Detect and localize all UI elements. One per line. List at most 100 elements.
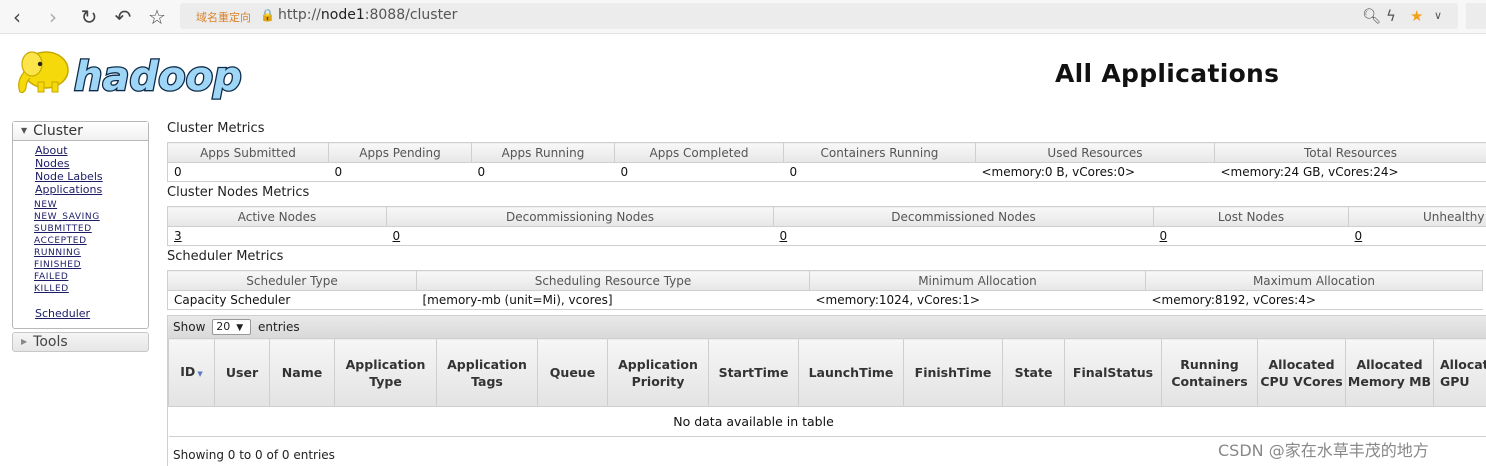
table-row: 3 0 0 0 0 [167, 226, 1486, 246]
table-header[interactable]: Used Resources [975, 142, 1215, 163]
column-header-launchtime[interactable]: LaunchTime [798, 338, 904, 407]
url-text[interactable]: http://node1:8088/cluster [278, 7, 457, 23]
column-header-application-type[interactable]: Application Type [334, 338, 437, 407]
table-header[interactable]: Apps Submitted [167, 142, 329, 163]
table-header[interactable]: Maximum Allocation [1145, 270, 1483, 291]
column-header-running-containers[interactable]: Running Containers [1161, 338, 1258, 407]
table-cell: 0 [167, 162, 329, 182]
table-cell: <memory:8192, vCores:4> [1145, 290, 1483, 310]
column-header-user[interactable]: User [214, 338, 270, 407]
cluster-metrics-table: Apps Submitted Apps Pending Apps Running… [167, 142, 1486, 182]
zoom-icon[interactable]: 🔍︎ [1362, 7, 1381, 25]
page-size-select[interactable]: 20 ▼ [212, 319, 252, 335]
sidebar-state-submitted[interactable]: SUBMITTED [34, 223, 148, 235]
column-header-application-tags[interactable]: Application Tags [436, 338, 538, 407]
decommissioned-nodes-link[interactable]: 0 [780, 229, 788, 243]
table-row: Capacity Scheduler [memory-mb (unit=Mi),… [167, 290, 1483, 310]
column-header-state[interactable]: State [1002, 338, 1065, 407]
table-cell: 0 [1348, 226, 1486, 246]
column-header-finishtime[interactable]: FinishTime [903, 338, 1003, 407]
address-bar[interactable]: 域名重定向 🔒 http://node1:8088/cluster 🔍︎ ϟ ★… [180, 3, 1458, 29]
sidebar-link-applications[interactable]: Applications [35, 183, 148, 196]
table-header[interactable]: Scheduling Resource Type [416, 270, 810, 291]
entries-label: entries [258, 320, 300, 334]
table-cell: [memory-mb (unit=Mi), vcores] [416, 290, 810, 310]
sidebar-state-accepted[interactable]: ACCEPTED [34, 235, 148, 247]
chevron-left-icon[interactable]: ‹ [4, 4, 30, 30]
sidebar-state-new[interactable]: NEW [34, 199, 148, 211]
table-cell: 3 [167, 226, 387, 246]
table-cell: <memory:24 GB, vCores:24> [1214, 162, 1486, 182]
table-cell: 0 [783, 162, 976, 182]
lost-nodes-link[interactable]: 0 [1160, 229, 1168, 243]
sidebar-link-scheduler[interactable]: Scheduler [35, 307, 90, 320]
column-header-id[interactable]: ID ▼ [168, 338, 215, 407]
show-label: Show [173, 320, 206, 334]
table-header[interactable]: Apps Running [471, 142, 615, 163]
sidebar-state-running[interactable]: RUNNING [34, 247, 148, 259]
table-cell: 0 [1153, 226, 1349, 246]
sidebar-cluster-header[interactable]: ▼ Cluster [13, 122, 148, 141]
table-header[interactable]: Minimum Allocation [809, 270, 1146, 291]
sidebar-tools-header[interactable]: ▶ Tools [12, 332, 149, 352]
column-header-allocated-memory[interactable]: Allocated Memory MB [1345, 338, 1434, 407]
table-cell: 0 [773, 226, 1154, 246]
sidebar-link-about[interactable]: About [35, 144, 148, 157]
sidebar-state-killed[interactable]: KILLED [34, 283, 148, 295]
table-header[interactable]: Total Resources [1214, 142, 1486, 163]
reload-icon[interactable]: ↻ [76, 4, 102, 30]
triangle-right-icon: ▶ [21, 337, 28, 346]
node-metrics-table: Active Nodes Decommissioning Nodes Decom… [167, 206, 1486, 246]
table-header[interactable]: Containers Running [783, 142, 976, 163]
unhealthy-nodes-link[interactable]: 0 [1355, 229, 1363, 243]
sidebar-state-finished[interactable]: FINISHED [34, 259, 148, 271]
table-cell: 0 [614, 162, 784, 182]
table-cell: 0 [471, 162, 615, 182]
column-header-allocated-cpu[interactable]: Allocated CPU VCores [1257, 338, 1346, 407]
sidebar-state-new-saving[interactable]: NEW_SAVING [34, 211, 148, 223]
sidebar-state-failed[interactable]: FAILED [34, 271, 148, 283]
chevron-right-icon[interactable]: › [40, 4, 66, 30]
cluster-metrics-label: Cluster Metrics [167, 121, 265, 136]
chevron-down-icon[interactable]: ∨ [1434, 9, 1442, 22]
watermark: CSDN @家在水草丰茂的地方 [1218, 441, 1429, 460]
column-header-allocated-gpu[interactable]: Allocated GPU [1433, 338, 1486, 407]
table-header[interactable]: Apps Completed [614, 142, 784, 163]
elephant-icon [18, 51, 69, 94]
redirect-tag: 域名重定向 [196, 11, 251, 24]
table-header[interactable]: Unhealthy [1348, 206, 1486, 227]
star-outline-icon[interactable]: ☆ [144, 4, 170, 30]
column-header-name[interactable]: Name [269, 338, 335, 407]
table-header[interactable]: Active Nodes [167, 206, 387, 227]
undo-icon[interactable]: ↶ [110, 4, 136, 30]
table-header[interactable]: Apps Pending [328, 142, 472, 163]
star-filled-icon[interactable]: ★ [1410, 7, 1423, 25]
column-header-finalstatus[interactable]: FinalStatus [1064, 338, 1162, 407]
column-header-starttime[interactable]: StartTime [708, 338, 799, 407]
table-header[interactable]: Decommissioning Nodes [386, 206, 774, 227]
table-header[interactable]: Scheduler Type [167, 270, 417, 291]
table-row: No data available in table [168, 406, 1486, 437]
column-header-queue[interactable]: Queue [537, 338, 608, 407]
scheduler-metrics-label: Scheduler Metrics [167, 249, 284, 264]
browser-toolbar: ‹ › ↻ ↶ ☆ 域名重定向 🔒 http://node1:8088/clus… [0, 0, 1486, 34]
decommissioning-nodes-link[interactable]: 0 [393, 229, 401, 243]
empty-table-message: No data available in table [168, 406, 1486, 437]
scheduler-metrics-table: Scheduler Type Scheduling Resource Type … [167, 270, 1483, 310]
chevron-down-icon: ▼ [236, 323, 244, 333]
bolt-icon[interactable]: ϟ [1386, 7, 1396, 25]
logo-text: hadoop [74, 54, 242, 100]
toolbar-edge [1466, 3, 1486, 29]
column-header-application-priority[interactable]: Application Priority [607, 338, 709, 407]
table-cell: <memory:1024, vCores:1> [809, 290, 1146, 310]
page-size-bar: Show 20 ▼ entries [168, 315, 1486, 338]
table-row: 0 0 0 0 0 <memory:0 B, vCores:0> <memory… [167, 162, 1486, 182]
sidebar-link-nodes[interactable]: Nodes [35, 157, 148, 170]
active-nodes-link[interactable]: 3 [174, 229, 182, 243]
sidebar-link-node-labels[interactable]: Node Labels [35, 170, 148, 183]
table-header[interactable]: Lost Nodes [1153, 206, 1349, 227]
insecure-icon: 🔒 [260, 8, 275, 22]
hadoop-logo: hadoop [18, 51, 243, 101]
sort-desc-icon: ▼ [197, 369, 203, 378]
table-header[interactable]: Decommissioned Nodes [773, 206, 1154, 227]
